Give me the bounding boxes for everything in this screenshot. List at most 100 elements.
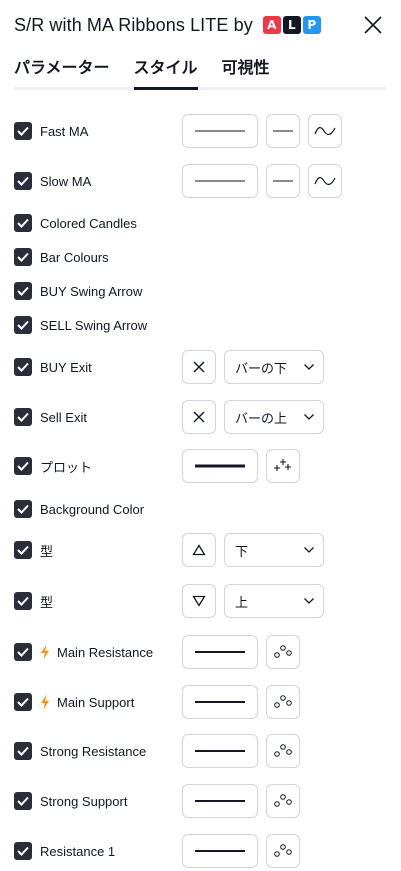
plot-color-button[interactable] (182, 449, 258, 483)
line-preview-icon (195, 130, 245, 132)
shape-down-location-select[interactable]: 上 (224, 584, 324, 618)
resistance-1-label: Resistance 1 (40, 843, 116, 859)
fast-ma-color-button[interactable] (182, 114, 258, 148)
bar-colours-checkbox[interactable] (14, 248, 32, 266)
shape-up-button[interactable] (182, 533, 216, 567)
check-icon (17, 362, 29, 372)
strong-support-plot-type-button[interactable] (266, 784, 300, 818)
circles-plot-icon (274, 695, 292, 708)
tab-style[interactable]: スタイル (133, 56, 198, 90)
shape-down-location-value: 上 (235, 594, 249, 610)
row-colored-candles: Colored Candles (14, 206, 394, 240)
circles-plot-icon (274, 794, 292, 807)
check-icon (17, 252, 29, 262)
slow-ma-checkbox[interactable] (14, 172, 32, 190)
sell-exit-shape-button[interactable] (182, 400, 216, 434)
line-preview-icon (195, 651, 245, 653)
row-main-support: Main Support (14, 685, 394, 719)
check-icon (17, 746, 29, 756)
tab-parameters[interactable]: パラメーター (14, 56, 110, 87)
main-support-label: Main Support (57, 694, 135, 710)
strong-resistance-plot-type-button[interactable] (266, 734, 300, 768)
slow-ma-color-button[interactable] (182, 164, 258, 198)
sell-exit-checkbox[interactable] (14, 408, 32, 426)
row-slow-ma: Slow MA (14, 164, 394, 198)
plot-type-button[interactable] (266, 449, 300, 483)
buy-exit-location-value: バーの下 (235, 360, 288, 376)
triangle-up-icon (192, 544, 206, 556)
check-icon (17, 412, 29, 422)
cross-plot-icon (274, 459, 291, 471)
sell-exit-location-select[interactable]: バーの上 (224, 400, 324, 434)
strong-resistance-label: Strong Resistance (40, 743, 147, 759)
plot-label: プロット (40, 459, 93, 475)
main-support-label-group: Main Support (40, 694, 134, 710)
strong-support-checkbox[interactable] (14, 792, 32, 810)
check-icon (17, 176, 29, 186)
check-icon (17, 504, 29, 514)
sell-exit-location-value: バーの上 (235, 410, 288, 426)
close-icon (364, 16, 382, 34)
chevron-down-icon (304, 364, 314, 370)
fast-ma-plot-type-button[interactable] (308, 114, 342, 148)
author-logo: A L P (262, 16, 321, 34)
main-resistance-label-group: Main Resistance (40, 644, 153, 660)
strong-support-color-button[interactable] (182, 784, 258, 818)
shape-up-checkbox[interactable] (14, 541, 32, 559)
row-buy-exit: BUY Exit バーの下 (14, 350, 394, 384)
sell-swing-arrow-checkbox[interactable] (14, 316, 32, 334)
chevron-down-icon (304, 414, 314, 420)
resistance-1-color-button[interactable] (182, 834, 258, 868)
x-cross-icon (193, 411, 205, 423)
row-bar-colours: Bar Colours (14, 240, 394, 274)
strong-resistance-color-button[interactable] (182, 734, 258, 768)
tab-visibility[interactable]: 可視性 (222, 56, 270, 87)
line-preview-icon (195, 464, 245, 468)
buy-exit-location-select[interactable]: バーの下 (224, 350, 324, 384)
buy-exit-shape-button[interactable] (182, 350, 216, 384)
tab-bar: パラメーター スタイル 可視性 (14, 56, 386, 90)
background-color-checkbox[interactable] (14, 500, 32, 518)
main-resistance-checkbox[interactable] (14, 643, 32, 661)
shape-down-checkbox[interactable] (14, 592, 32, 610)
buy-exit-checkbox[interactable] (14, 358, 32, 376)
slow-ma-plot-type-button[interactable] (308, 164, 342, 198)
check-icon (17, 461, 29, 471)
shape-up-location-value: 下 (235, 543, 249, 559)
main-resistance-color-button[interactable] (182, 635, 258, 669)
buy-exit-label: BUY Exit (40, 359, 92, 375)
main-support-color-button[interactable] (182, 685, 258, 719)
line-preview-icon (195, 750, 245, 752)
check-icon (17, 846, 29, 856)
dialog-title: S/R with MA Ribbons LITE by (14, 14, 253, 35)
fast-ma-checkbox[interactable] (14, 122, 32, 140)
resistance-1-plot-type-button[interactable] (266, 834, 300, 868)
chevron-down-icon (304, 598, 314, 604)
resistance-1-checkbox[interactable] (14, 842, 32, 860)
check-icon (17, 126, 29, 136)
line-preview-icon (195, 180, 245, 182)
row-sell-exit: Sell Exit バーの上 (14, 400, 394, 434)
plot-checkbox[interactable] (14, 457, 32, 475)
buy-swing-arrow-checkbox[interactable] (14, 282, 32, 300)
sell-exit-label: Sell Exit (40, 409, 87, 425)
bolt-icon (40, 694, 50, 710)
strong-resistance-checkbox[interactable] (14, 742, 32, 760)
fast-ma-line-width-button[interactable] (266, 114, 300, 148)
sell-swing-arrow-label: SELL Swing Arrow (40, 317, 148, 333)
row-main-resistance: Main Resistance (14, 635, 394, 669)
row-buy-swing-arrow: BUY Swing Arrow (14, 274, 394, 308)
shape-up-location-select[interactable]: 下 (224, 533, 324, 567)
strong-support-label: Strong Support (40, 793, 128, 809)
shape-down-button[interactable] (182, 584, 216, 618)
colored-candles-checkbox[interactable] (14, 214, 32, 232)
close-button[interactable] (361, 13, 385, 37)
triangle-down-icon (192, 595, 206, 607)
main-resistance-plot-type-button[interactable] (266, 635, 300, 669)
slow-ma-line-width-button[interactable] (266, 164, 300, 198)
main-support-checkbox[interactable] (14, 693, 32, 711)
logo-badge-l: L (282, 16, 301, 34)
dialog-header: S/R with MA Ribbons LITE by A L P (14, 12, 391, 38)
main-support-plot-type-button[interactable] (266, 685, 300, 719)
chevron-down-icon (304, 547, 314, 553)
